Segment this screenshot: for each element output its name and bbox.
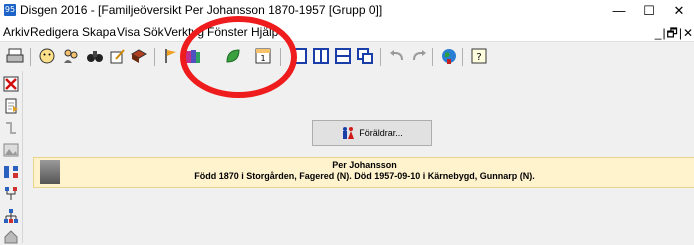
close-button[interactable]: ✕ (664, 1, 694, 21)
tree-icon[interactable] (2, 207, 20, 225)
menu-redigera[interactable]: Redigera (30, 25, 79, 39)
title-bar: 95 Disgen 2016 - [Familjeöversikt Per Jo… (0, 0, 694, 22)
family-overview-area: Föräldrar... Per Johansson Född 1870 i S… (23, 71, 694, 243)
person-add-icon[interactable] (36, 45, 58, 67)
toolbar-separator (154, 48, 155, 66)
globe-icon[interactable] (438, 45, 460, 67)
redo-icon[interactable] (408, 45, 430, 67)
red-annotation-circle (180, 16, 297, 98)
layout-4-icon[interactable] (354, 45, 376, 67)
app-icon[interactable]: 95 (4, 4, 16, 16)
menu-visa[interactable]: Visa (117, 25, 140, 39)
undo-icon[interactable] (386, 45, 408, 67)
edit-notes-icon[interactable] (106, 45, 128, 67)
minimize-button[interactable]: — (604, 1, 634, 21)
image-icon[interactable] (2, 141, 20, 159)
binoculars-icon[interactable] (84, 45, 106, 67)
person-name: Per Johansson (332, 160, 397, 170)
parents-icon (343, 127, 355, 139)
toolbar-separator (432, 48, 433, 66)
home-icon[interactable] (2, 227, 20, 245)
parents-button-label: Föräldrar... (359, 128, 403, 138)
svg-text:?: ? (476, 52, 481, 63)
person-info: Född 1870 i Storgården, Fagered (N). Död… (194, 171, 535, 181)
pedigree-icon[interactable] (2, 163, 20, 181)
printer-icon[interactable] (4, 45, 26, 67)
toolbar-separator (462, 48, 463, 66)
toolbar: 1 ? (0, 41, 694, 72)
window-title: Disgen 2016 - [Familjeöversikt Per Johan… (20, 3, 383, 17)
book-icon[interactable] (128, 45, 150, 67)
maximize-button[interactable]: ☐ (634, 1, 664, 21)
parents-button[interactable]: Föräldrar... (312, 120, 432, 146)
descendants-icon[interactable] (2, 185, 20, 203)
close-red-icon[interactable] (2, 75, 20, 93)
help-icon[interactable]: ? (468, 45, 490, 67)
layout-2-icon[interactable] (310, 45, 332, 67)
persons-icon[interactable] (60, 45, 82, 67)
person-card[interactable]: Per Johansson Född 1870 i Storgården, Fa… (33, 157, 694, 188)
menu-arkiv[interactable]: Arkiv (3, 25, 30, 39)
toolbar-separator (380, 48, 381, 66)
toolbar-separator (30, 48, 31, 66)
layout-3-icon[interactable] (332, 45, 354, 67)
merge-icon[interactable] (2, 119, 20, 137)
left-toolbar (0, 71, 23, 245)
menu-bar: Arkiv Redigera Skapa Visa Sök Verktyg Fö… (0, 22, 694, 41)
menu-skapa[interactable]: Skapa (82, 25, 116, 39)
menu-sok[interactable]: Sök (143, 25, 164, 39)
document-icon[interactable] (2, 97, 20, 115)
flag-icon[interactable] (160, 45, 182, 67)
